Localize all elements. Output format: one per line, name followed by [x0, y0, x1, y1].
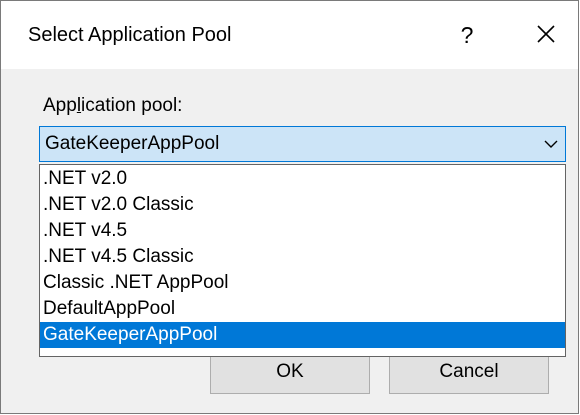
- ok-button-label: OK: [276, 361, 304, 382]
- help-button[interactable]: ?: [447, 15, 487, 55]
- close-icon: [537, 25, 555, 43]
- combobox-selected-value: GateKeeperAppPool: [45, 133, 220, 154]
- help-icon: ?: [460, 22, 474, 48]
- cancel-button-label: Cancel: [439, 361, 499, 382]
- application-pool-label: Application pool:: [43, 95, 183, 116]
- select-application-pool-dialog: Select Application Pool ? Application po…: [0, 0, 579, 414]
- close-button[interactable]: [523, 13, 569, 55]
- mnemonic-char: l: [76, 95, 82, 116]
- dropdown-option[interactable]: .NET v2.0 Classic: [40, 192, 565, 218]
- dropdown-option[interactable]: .NET v4.5 Classic: [40, 244, 565, 270]
- chevron-down-icon[interactable]: [543, 136, 559, 152]
- dropdown-option[interactable]: DefaultAppPool: [40, 296, 565, 322]
- dropdown-option[interactable]: GateKeeperAppPool: [40, 322, 565, 348]
- dropdown-option[interactable]: .NET v4.5: [40, 218, 565, 244]
- application-pool-dropdown-list[interactable]: .NET v2.0 .NET v2.0 Classic .NET v4.5 .NET …: [39, 164, 566, 357]
- dropdown-option[interactable]: .NET v2.0: [40, 166, 565, 192]
- dialog-title: Select Application Pool: [28, 24, 232, 46]
- dropdown-option[interactable]: Classic .NET AppPool: [40, 270, 565, 296]
- title-bar[interactable]: Select Application Pool ?: [1, 1, 578, 69]
- application-pool-combobox[interactable]: GateKeeperAppPool: [39, 126, 566, 162]
